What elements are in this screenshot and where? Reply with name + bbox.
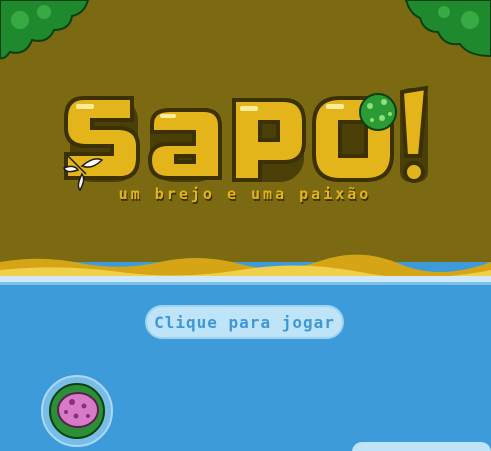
green-frog-icon [359,93,397,131]
game-scene: um brejo e uma paixão um brejo e uma pai… [0,0,491,451]
corner-pad [352,442,491,451]
game-subtitle: um brejo e uma paixão [119,185,372,203]
play-button[interactable]: Clique para jogar [145,305,344,339]
fish-selector[interactable] [41,375,113,447]
play-button-label: Clique para jogar [154,312,335,332]
